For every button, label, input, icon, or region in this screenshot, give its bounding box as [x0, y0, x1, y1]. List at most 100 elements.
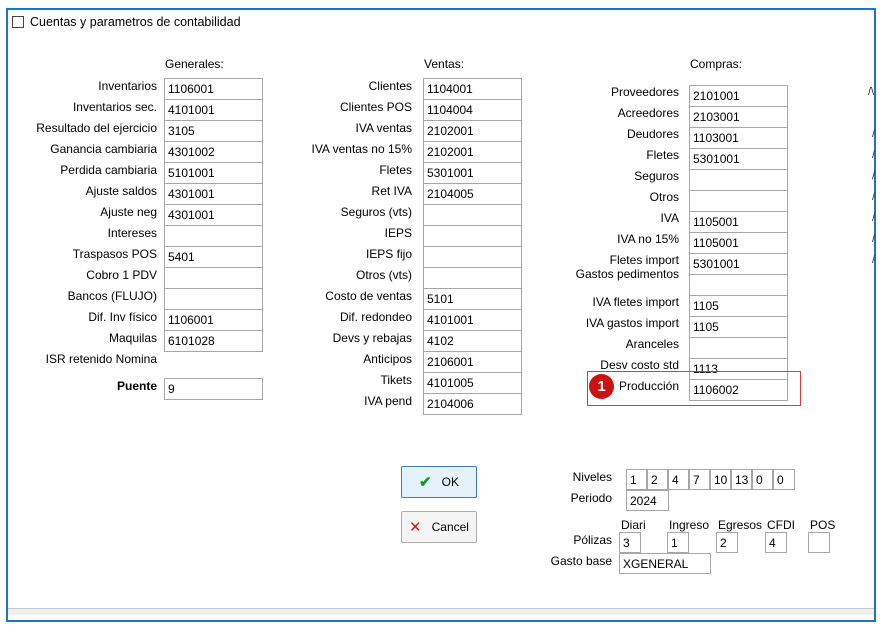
truncated-label: /	[872, 170, 876, 182]
compras-field[interactable]: 1105	[689, 295, 788, 317]
generales-label: Ajuste saldos	[85, 184, 157, 198]
polizas-header: Ingreso	[669, 518, 710, 532]
generales-field[interactable]	[164, 288, 263, 310]
generales-field[interactable]: 6101028	[164, 330, 263, 352]
niveles-field[interactable]: 0	[752, 469, 773, 490]
polizas-field[interactable]	[808, 532, 830, 553]
ventas-field[interactable]: 1104004	[423, 99, 522, 121]
generales-header: Generales:	[165, 57, 224, 71]
ventas-field[interactable]: 5101	[423, 288, 522, 310]
generales-field[interactable]	[164, 225, 263, 247]
compras-field[interactable]: 1103001	[689, 127, 788, 149]
periodo-field[interactable]: 2024	[626, 490, 669, 511]
generales-field[interactable]: 5401	[164, 246, 263, 268]
compras-label: Aranceles	[625, 337, 679, 351]
compras-field[interactable]: 2101001	[689, 85, 788, 107]
niveles-field[interactable]: 4	[668, 469, 689, 490]
generales-label: Maquilas	[108, 331, 157, 345]
truncated-label: /\	[868, 86, 875, 98]
polizas-field[interactable]: 1	[667, 532, 689, 553]
generales-field[interactable]	[164, 267, 263, 289]
ventas-field[interactable]: 1104001	[423, 78, 522, 100]
compras-label: IVA fletes import	[592, 295, 679, 309]
truncated-label: /	[872, 149, 876, 161]
truncated-label: /	[872, 254, 876, 266]
cancel-button[interactable]: ✕ Cancel	[401, 511, 477, 543]
ventas-field[interactable]: 2104005	[423, 183, 522, 205]
polizas-field[interactable]: 4	[765, 532, 787, 553]
compras-label: Deudores	[626, 127, 679, 141]
title-checkbox[interactable]	[12, 16, 24, 28]
generales-label: Inventarios sec.	[72, 100, 157, 114]
polizas-field[interactable]: 3	[619, 532, 641, 553]
polizas-field[interactable]: 2	[716, 532, 738, 553]
generales-field[interactable]: 4301001	[164, 183, 263, 205]
ventas-field[interactable]	[423, 267, 522, 289]
compras-field[interactable]	[689, 169, 788, 191]
gasto-base-label: Gasto base	[550, 554, 612, 568]
compras-field[interactable]	[689, 274, 788, 296]
ventas-field[interactable]	[423, 225, 522, 247]
ventas-label: IVA ventas	[355, 121, 412, 135]
ventas-field[interactable]: 4101001	[423, 309, 522, 331]
compras-field[interactable]: 2103001	[689, 106, 788, 128]
generales-label: Cobro 1 PDV	[86, 268, 157, 282]
truncated-label: /	[872, 233, 876, 245]
generales-field[interactable]: 5101001	[164, 162, 263, 184]
compras-field[interactable]	[689, 337, 788, 359]
compras-field[interactable]	[689, 190, 788, 212]
ventas-label: Clientes	[368, 79, 412, 93]
ok-button[interactable]: ✔ OK	[401, 466, 477, 498]
niveles-field[interactable]: 2	[647, 469, 668, 490]
ventas-label: Seguros (vts)	[340, 205, 412, 219]
cancel-label: Cancel	[431, 520, 469, 534]
generales-field[interactable]: 3105	[164, 120, 263, 142]
compras-label: IVA	[660, 211, 679, 225]
niveles-field[interactable]: 13	[731, 469, 752, 490]
niveles-field[interactable]: 10	[710, 469, 731, 490]
niveles-field[interactable]: 1	[626, 469, 647, 490]
generales-field[interactable]: 1106001	[164, 78, 263, 100]
niveles-field[interactable]: 7	[689, 469, 710, 490]
ventas-field[interactable]: 5301001	[423, 162, 522, 184]
truncated-label: /	[872, 212, 876, 224]
ventas-field[interactable]: 2102001	[423, 141, 522, 163]
compras-field[interactable]: 1105	[689, 316, 788, 338]
ventas-label: IEPS fijo	[365, 247, 412, 261]
generales-field[interactable]: 4301002	[164, 141, 263, 163]
compras-field[interactable]: 5301001	[689, 148, 788, 170]
polizas-label: Pólizas	[573, 533, 612, 547]
compras-label: IVA gastos import	[585, 316, 679, 330]
ventas-field[interactable]	[423, 246, 522, 268]
compras-label: Acreedores	[617, 106, 679, 120]
ventas-field[interactable]: 4102	[423, 330, 522, 352]
ventas-field[interactable]: 2106001	[423, 351, 522, 373]
polizas-header: Diari	[621, 518, 646, 532]
ventas-field[interactable]	[423, 204, 522, 226]
ventas-label: Costo de ventas	[325, 289, 412, 303]
compras-field[interactable]: 1105001	[689, 211, 788, 233]
gasto-base-field[interactable]: XGENERAL	[619, 553, 711, 574]
generales-field[interactable]: 1106001	[164, 309, 263, 331]
truncated-label: /	[872, 128, 876, 140]
generales-label: Ajuste neg	[100, 205, 157, 219]
ventas-field[interactable]: 4101005	[423, 372, 522, 394]
niveles-field[interactable]: 0	[773, 469, 795, 490]
ventas-field[interactable]: 2102001	[423, 120, 522, 142]
generales-field[interactable]: 4101001	[164, 99, 263, 121]
compras-label: Fletes	[646, 148, 679, 162]
ventas-header: Ventas:	[424, 57, 465, 71]
puente-field[interactable]: 9	[164, 378, 263, 400]
compras-label: Otros	[649, 190, 679, 204]
periodo-label: Periodo	[570, 491, 612, 505]
bottom-scroll-area[interactable]	[8, 608, 874, 615]
generales-label: Ganancia cambiaria	[50, 142, 157, 156]
ventas-label: Clientes POS	[339, 100, 412, 114]
compras-field[interactable]: 5301001	[689, 253, 788, 275]
ventas-field[interactable]: 2104006	[423, 393, 522, 415]
compras-header: Compras:	[690, 57, 743, 71]
compras-field[interactable]: 1105001	[689, 232, 788, 254]
generales-label: Inventarios	[98, 79, 157, 93]
compras-label: Gastos pedimentos	[575, 267, 679, 281]
generales-field[interactable]: 4301001	[164, 204, 263, 226]
